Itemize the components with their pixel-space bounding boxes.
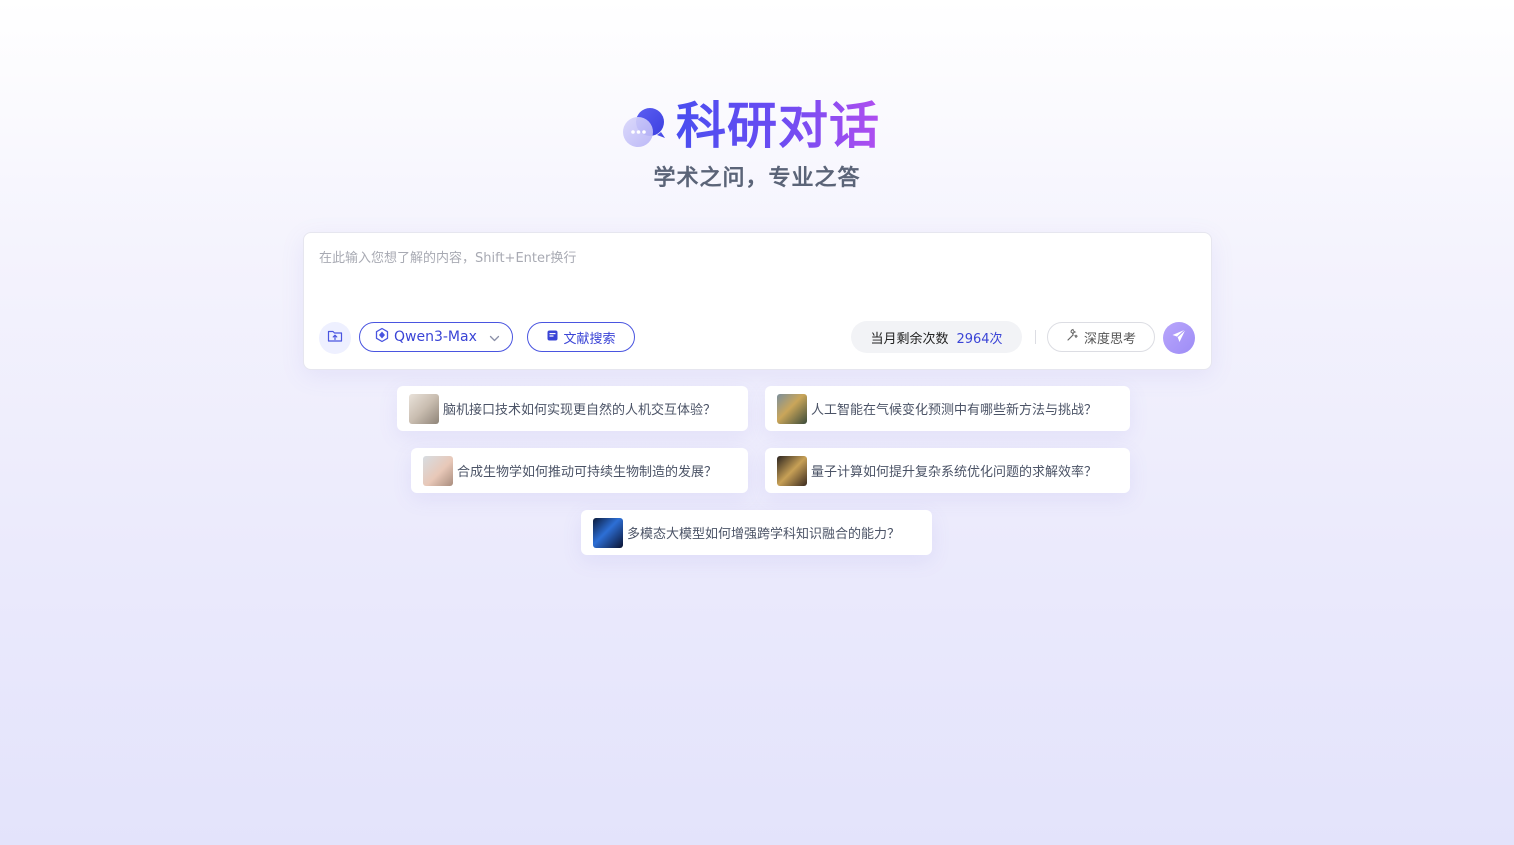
suggestion-thumbnail (423, 455, 453, 486)
chat-input[interactable] (319, 247, 1189, 287)
sparkle-icon (1066, 328, 1080, 346)
chat-bubble-logo-icon (620, 102, 668, 150)
app-title: 科研对话 (676, 97, 880, 155)
chevron-down-icon (489, 332, 500, 348)
suggestion-card[interactable]: 脑机接口技术如何实现更自然的人机交互体验？ (397, 386, 748, 431)
suggestion-thumbnail (777, 393, 807, 424)
suggestion-thumbnail (777, 455, 807, 486)
document-icon (546, 329, 559, 346)
model-select[interactable]: Qwen3-Max (359, 322, 513, 352)
model-label: Qwen3-Max (394, 329, 477, 345)
toolbar-divider (1035, 330, 1036, 344)
paper-plane-icon (1171, 328, 1187, 348)
suggestion-text: 合成生物学如何推动可持续生物制造的发展？ (457, 465, 718, 480)
deep-thinking-toggle[interactable]: 深度思考 (1047, 322, 1155, 352)
monthly-quota: 当月剩余次数 2964次 (851, 321, 1022, 353)
suggestion-text: 多模态大模型如何增强跨学科知识融合的能力？ (627, 527, 901, 542)
suggestion-card[interactable]: 量子计算如何提升复杂系统优化问题的求解效率？ (765, 448, 1130, 493)
folder-upload-icon (327, 328, 343, 348)
upload-file-button[interactable] (319, 322, 351, 354)
suggestion-text: 量子计算如何提升复杂系统优化问题的求解效率？ (811, 465, 1098, 480)
suggestion-thumbnail (593, 517, 623, 548)
suggestion-text: 脑机接口技术如何实现更自然的人机交互体验？ (443, 403, 717, 418)
chat-input-panel: Qwen3-Max 文献搜索 当月剩余次数 2964次 (303, 232, 1212, 370)
suggestion-text: 人工智能在气候变化预测中有哪些新方法与挑战？ (811, 403, 1098, 418)
suggestion-card[interactable]: 多模态大模型如何增强跨学科知识融合的能力？ (581, 510, 932, 555)
chat-toolbar: Qwen3-Max 文献搜索 当月剩余次数 2964次 深度思考 (319, 321, 1196, 355)
suggestion-card[interactable]: 人工智能在气候变化预测中有哪些新方法与挑战？ (765, 386, 1130, 431)
model-logo-icon (374, 327, 390, 347)
quota-label: 当月剩余次数 (870, 331, 949, 347)
literature-search-label: 文献搜索 (563, 331, 616, 347)
deep-thinking-label: 深度思考 (1083, 331, 1136, 347)
send-button[interactable] (1163, 322, 1195, 354)
app-subtitle: 学术之问，专业之答 (653, 166, 861, 191)
quota-value: 2964次 (956, 331, 1003, 347)
title-row: 科研对话 (620, 96, 880, 156)
literature-search-button[interactable]: 文献搜索 (527, 322, 635, 352)
suggestion-thumbnail (409, 393, 439, 424)
suggestion-card[interactable]: 合成生物学如何推动可持续生物制造的发展？ (411, 448, 748, 493)
